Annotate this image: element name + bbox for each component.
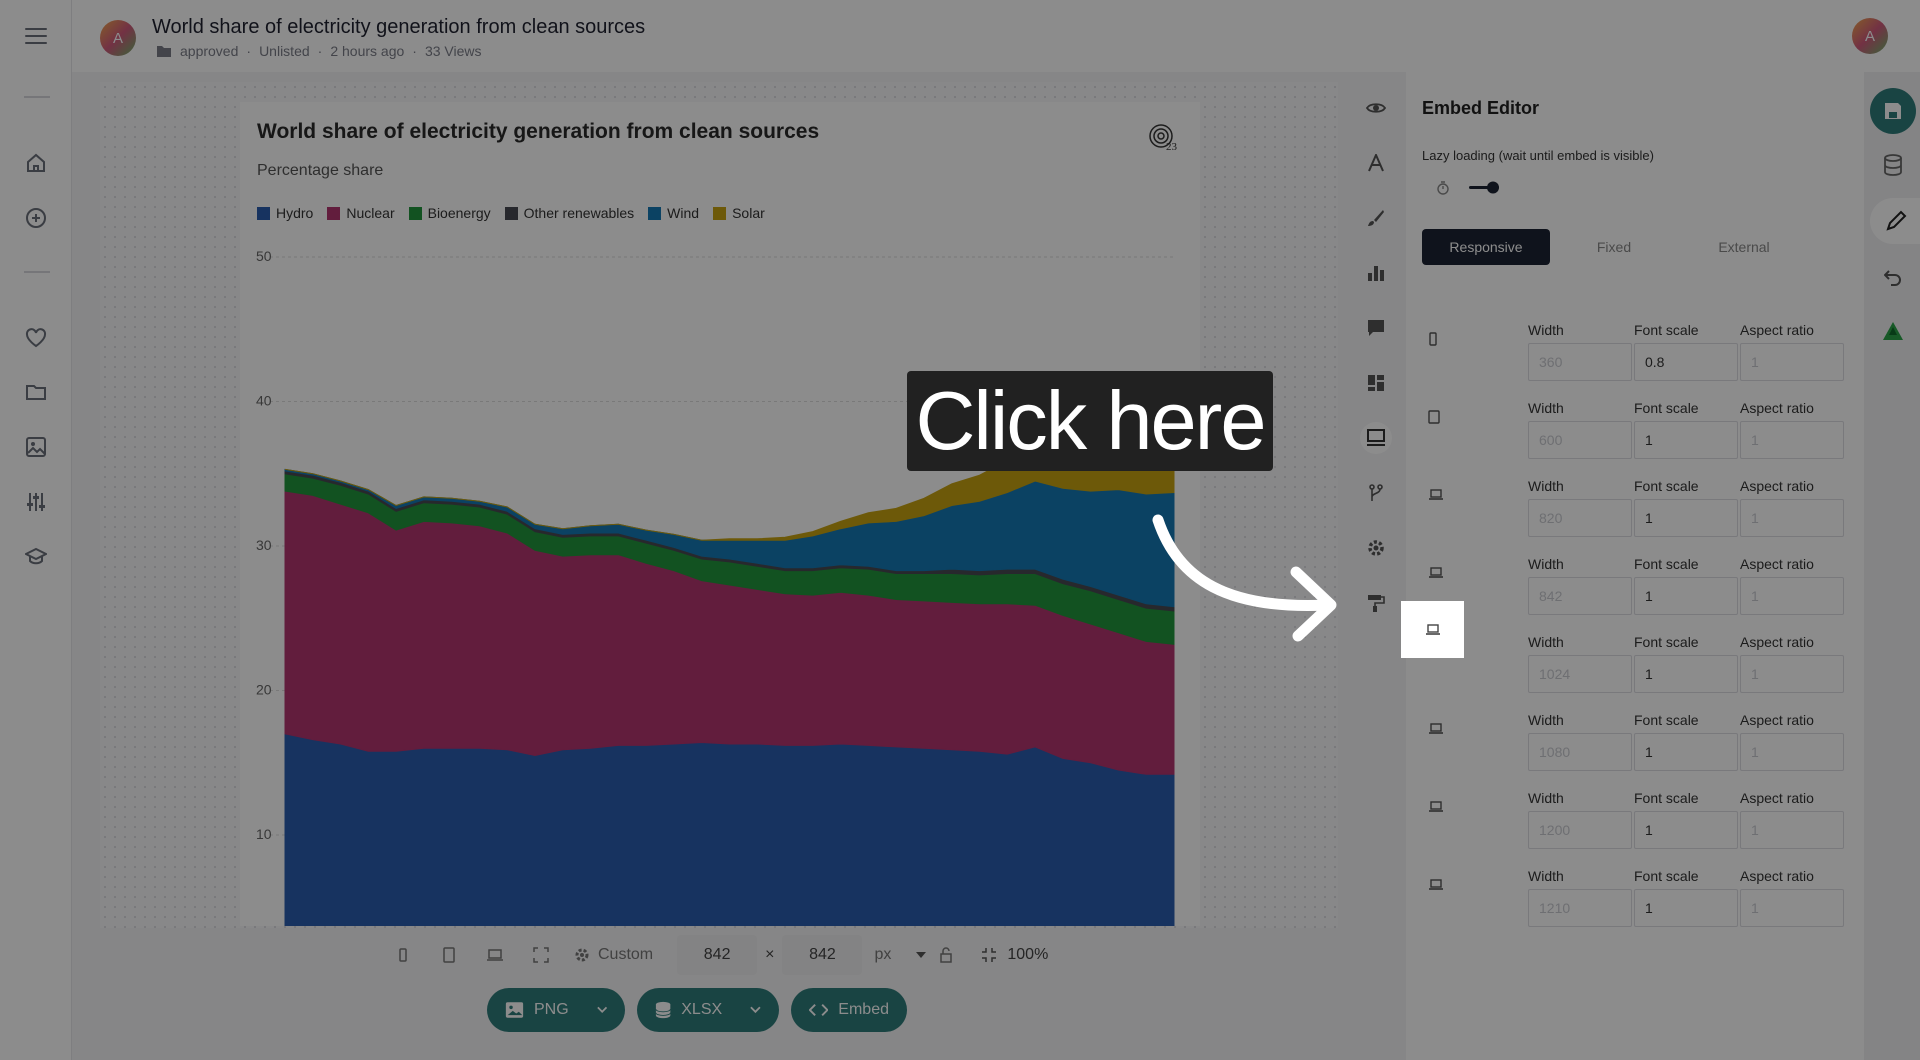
- breakpoint-highlight[interactable]: [1401, 601, 1464, 658]
- laptop-icon: [1425, 623, 1440, 635]
- pointer-arrow-icon: [1152, 514, 1337, 642]
- click-here-callout: Click here: [907, 371, 1273, 471]
- tutorial-overlay: [0, 0, 1920, 1060]
